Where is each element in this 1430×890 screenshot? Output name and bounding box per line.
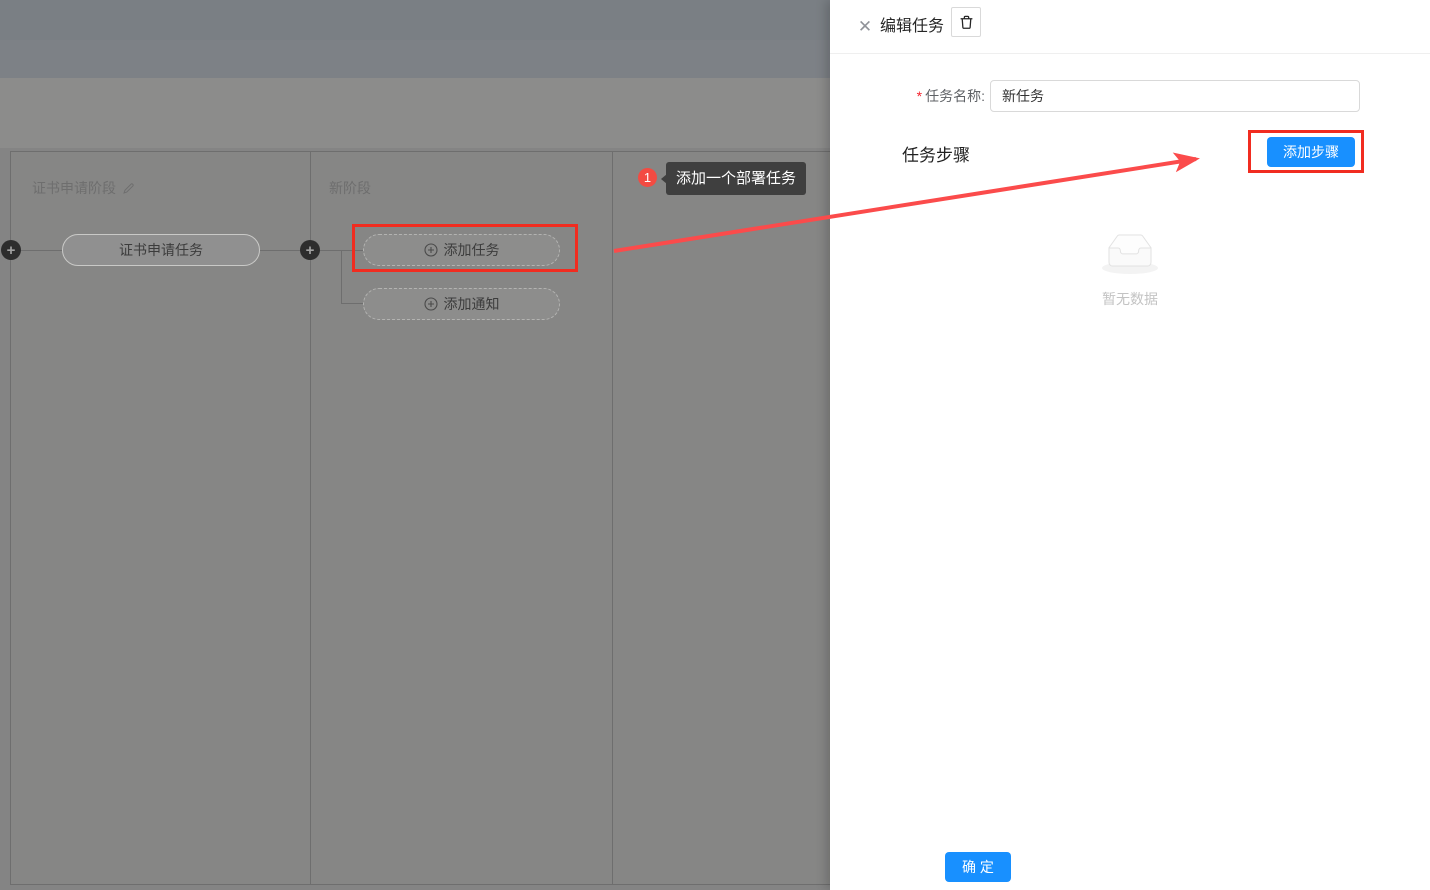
stage1-title[interactable]: 证书申请阶段 <box>32 178 135 198</box>
task-name-input[interactable] <box>990 80 1360 112</box>
stage2-title-label: 新阶段 <box>329 178 371 198</box>
drawer-title: 编辑任务 <box>880 12 944 42</box>
step-number-text: 1 <box>644 170 651 185</box>
add-task-label: 添加任务 <box>444 240 500 260</box>
drawer-header: ✕ 编辑任务 <box>830 0 1430 54</box>
tooltip-text: 添加一个部署任务 <box>676 170 796 187</box>
close-glyph: ✕ <box>858 17 872 37</box>
tooltip-caret <box>661 174 667 184</box>
close-icon[interactable]: ✕ <box>855 11 875 43</box>
add-stage-middle-button[interactable]: + <box>300 240 320 260</box>
plus-icon: + <box>306 243 315 258</box>
dimmed-sub-header <box>0 40 830 78</box>
app-screen: 证书申请阶段 新阶段 证书申请任务 添加任务 <box>0 0 1430 890</box>
add-step-button[interactable]: 添加步骤 <box>1267 137 1355 167</box>
annotation-tooltip: 添加一个部署任务 <box>666 162 806 195</box>
connector-branch-horizontal <box>341 303 363 304</box>
add-stage-left-button[interactable]: + <box>1 240 21 260</box>
empty-state-text: 暂无数据 <box>830 289 1430 309</box>
task-pill-certificate[interactable]: 证书申请任务 <box>62 234 260 266</box>
trash-icon <box>959 15 974 30</box>
pipeline-canvas: 证书申请阶段 新阶段 证书申请任务 添加任务 <box>0 148 830 890</box>
task-pill-certificate-label: 证书申请任务 <box>119 240 203 260</box>
empty-state: 暂无数据 <box>830 230 1430 309</box>
add-notify-label: 添加通知 <box>444 294 500 314</box>
stage-column-3 <box>612 151 836 885</box>
add-task-button[interactable]: 添加任务 <box>363 234 560 266</box>
confirm-button[interactable]: 确 定 <box>945 852 1011 882</box>
empty-box-icon <box>1098 230 1162 276</box>
stage1-title-label: 证书申请阶段 <box>32 178 116 198</box>
delete-task-button[interactable] <box>951 7 981 37</box>
task-name-label: *任务名称: <box>830 80 985 112</box>
circle-plus-icon <box>424 297 438 311</box>
connector-branch-vertical <box>341 250 342 303</box>
dimmed-toolbar <box>0 78 830 148</box>
task-steps-title: 任务步骤 <box>902 141 970 166</box>
task-name-label-text: 任务名称: <box>925 88 985 104</box>
required-asterisk: * <box>917 88 922 104</box>
step-number-badge: 1 <box>638 168 657 187</box>
circle-plus-icon <box>424 243 438 257</box>
dimmed-top-header <box>0 0 830 40</box>
plus-icon: + <box>7 243 16 258</box>
add-notify-button[interactable]: 添加通知 <box>363 288 560 320</box>
edit-task-drawer: ✕ 编辑任务 *任务名称: 任务步骤 添加步骤 暂无数据 <box>830 0 1430 890</box>
edit-pencil-icon[interactable] <box>122 182 135 195</box>
stage2-title[interactable]: 新阶段 <box>329 178 371 198</box>
